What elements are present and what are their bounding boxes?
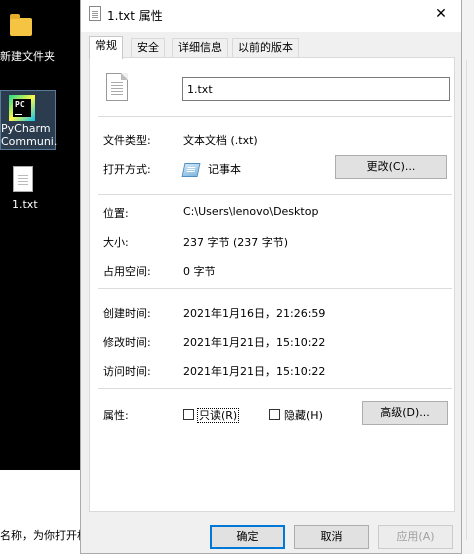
readonly-label[interactable]: 只读(R) <box>197 407 240 423</box>
tab-general[interactable]: 常规 <box>89 36 123 59</box>
desktop: 新建文件夹 PC PyCharm Communi... 1.txt <box>0 0 80 470</box>
divider <box>98 288 452 289</box>
desktop-pycharm-shortcut[interactable]: PC PyCharm Communi... <box>0 90 57 150</box>
desktop-pycharm-label: PyCharm Communi... <box>1 122 57 148</box>
cancel-button[interactable]: 取消 <box>294 525 369 549</box>
pycharm-icon: PC <box>9 95 35 121</box>
disk-size-label: 占用空间: <box>103 265 151 278</box>
notepad-icon <box>181 163 201 177</box>
file-type-label: 文件类型: <box>103 134 151 147</box>
divider <box>98 116 452 117</box>
close-button[interactable]: ✕ <box>429 3 453 27</box>
accessed-label: 访问时间: <box>103 365 151 378</box>
dialog-title: 1.txt 属性 <box>107 9 163 23</box>
background-window-right <box>462 0 474 554</box>
change-button[interactable]: 更改(C)... <box>335 155 447 179</box>
filename-input[interactable] <box>182 77 450 101</box>
file-type-value: 文本文档 (.txt) <box>183 134 258 147</box>
readonly-label-text[interactable]: 只读(R) <box>197 408 240 423</box>
modified-label: 修改时间: <box>103 336 151 349</box>
attributes-label: 属性: <box>103 409 129 422</box>
tab-previous-versions[interactable]: 以前的版本 <box>232 38 299 58</box>
text-file-icon <box>106 73 128 101</box>
size-label: 大小: <box>103 236 129 249</box>
disk-size-value: 0 字节 <box>183 265 216 278</box>
accessed-value: 2021年1月21日，15:10:22 <box>183 365 326 378</box>
title-bar[interactable]: 1.txt 属性 ✕ <box>81 0 461 32</box>
pycharm-label-line-1: PyCharm <box>1 122 51 135</box>
location-label: 位置: <box>103 207 129 220</box>
hidden-checkbox[interactable] <box>269 409 280 420</box>
open-with-label: 打开方式: <box>103 163 151 176</box>
desktop-folder-label[interactable]: 新建文件夹 <box>0 48 60 64</box>
pycharm-label-line-2: Communi... <box>1 135 57 148</box>
created-label: 创建时间: <box>103 307 151 320</box>
tab-details[interactable]: 详细信息 <box>172 38 228 58</box>
pycharm-logo-text: PC <box>15 100 25 109</box>
hidden-label[interactable]: 隐藏(H) <box>284 407 323 423</box>
open-with-value: 记事本 <box>208 163 241 176</box>
ok-button[interactable]: 确定 <box>210 525 285 549</box>
advanced-button[interactable]: 高级(D)... <box>362 401 448 425</box>
location-value: C:\Users\lenovo\Desktop <box>183 205 319 218</box>
background-window-text: 名称，为你打开相 <box>0 529 80 542</box>
text-file-icon[interactable] <box>13 166 33 192</box>
created-value: 2021年1月16日，21:26:59 <box>183 307 326 320</box>
tab-security[interactable]: 安全 <box>131 38 165 58</box>
document-icon <box>89 6 101 21</box>
size-value: 237 字节 (237 字节) <box>183 236 289 249</box>
divider <box>98 388 452 389</box>
apply-button[interactable]: 应用(A) <box>378 525 453 549</box>
general-panel: 文件类型: 文本文档 (.txt) 打开方式: 记事本 更改(C)... 位置:… <box>89 57 455 512</box>
close-icon: ✕ <box>435 6 447 22</box>
modified-value: 2021年1月21日，15:10:22 <box>183 336 326 349</box>
divider <box>98 194 452 195</box>
folder-icon[interactable] <box>10 14 32 36</box>
readonly-checkbox[interactable] <box>183 409 194 420</box>
desktop-txt-label[interactable]: 1.txt <box>12 198 38 211</box>
properties-dialog: 1.txt 属性 ✕ 常规 安全 详细信息 以前的版本 文件类型: 文本文档 (… <box>80 0 462 554</box>
